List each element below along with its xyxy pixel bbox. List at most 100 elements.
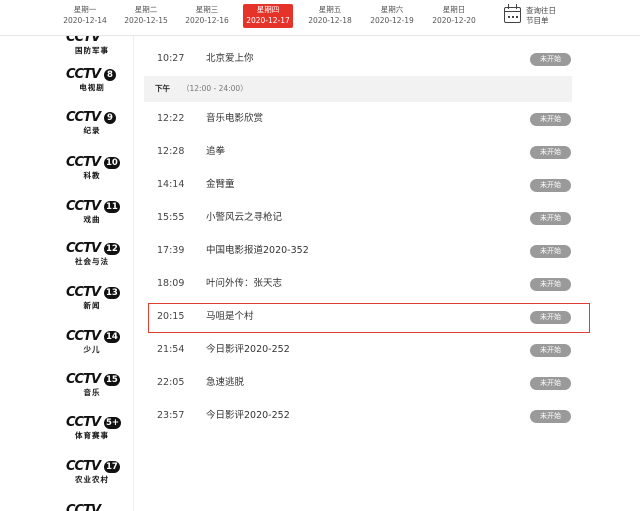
program-time: 18:09	[157, 278, 185, 289]
cctv-logo: CCTV	[66, 329, 101, 344]
program-time: 15:55	[157, 212, 185, 223]
channel-list: CCTV 国防军事 CCTV 8 电视剧 CCTV 9 纪录 CCTV 10 科教 CCTV 11 戏曲 C…	[50, 36, 134, 511]
channel-item[interactable]: CCTV 11 戏曲	[66, 200, 120, 230]
cctv-logo: CCTV	[66, 285, 101, 300]
channel-item[interactable]: CCTV 15 音乐	[66, 373, 120, 403]
channel-number-badge: 12	[104, 243, 120, 255]
program-row[interactable]: 23:57 今日影评2020-252 未开始	[144, 400, 572, 432]
date-tab-2020-12-20[interactable]: 星期日 2020-12-20	[429, 4, 479, 28]
program-time: 23:57	[157, 410, 185, 421]
status-badge: 未开始	[530, 410, 571, 423]
program-title[interactable]: 今日影评2020-252	[206, 400, 290, 432]
program-time: 17:39	[157, 245, 185, 256]
channel-name: 体育赛事	[75, 431, 109, 440]
program-row[interactable]: 21:54 今日影评2020-252 未开始	[144, 334, 572, 366]
program-title[interactable]: 马咀是个村	[206, 301, 254, 333]
status-badge: 未开始	[530, 344, 571, 357]
query-past-schedule-button[interactable]: 查询往日 节目单	[504, 4, 564, 28]
status-badge: 未开始	[530, 212, 571, 225]
channel-number-badge: 13	[104, 287, 120, 299]
channel-item[interactable]: CCTV 9 纪录	[66, 111, 118, 141]
program-title[interactable]: 音乐电影欣赏	[206, 103, 263, 135]
channel-number-badge: 9	[104, 112, 116, 124]
status-badge: 未开始	[530, 53, 571, 66]
cctv-logo: CCTV	[66, 67, 101, 82]
status-badge: 未开始	[530, 179, 571, 192]
channel-name: 科教	[83, 171, 101, 180]
program-title[interactable]: 中国电影报道2020-352	[206, 235, 309, 267]
status-badge: 未开始	[530, 311, 571, 324]
status-badge: 未开始	[530, 113, 571, 126]
date-tab-date: 2020-12-18	[308, 16, 352, 25]
program-row[interactable]: 17:39 中国电影报道2020-352 未开始	[144, 235, 572, 267]
status-badge: 未开始	[530, 377, 571, 390]
program-title[interactable]: 金臂童	[206, 169, 235, 201]
program-row[interactable]: 10:27 北京爱上你 未开始	[144, 43, 572, 75]
date-tab-date: 2020-12-19	[370, 16, 414, 25]
date-tab-weekday: 星期五	[318, 5, 342, 14]
section-time-range: （12:00 - 24:00）	[182, 84, 248, 93]
program-time: 10:27	[157, 53, 185, 64]
date-tab-weekday: 星期三	[195, 5, 219, 14]
channel-item[interactable]: CCTV 12 社会与法	[66, 241, 120, 272]
cctv-logo: CCTV	[66, 155, 101, 170]
date-tab-bar: 星期一 2020-12-14 星期二 2020-12-15 星期三 2020-12-16 星…	[0, 0, 640, 36]
date-tab-date: 2020-12-16	[185, 16, 229, 25]
channel-name: 国防军事	[75, 46, 109, 55]
program-title[interactable]: 急速逃脱	[206, 367, 244, 399]
program-time: 21:54	[157, 344, 185, 355]
channel-number-badge: 17	[104, 461, 120, 473]
program-title[interactable]: 北京爱上你	[206, 43, 254, 75]
program-title[interactable]: 叶问外传：张天志	[206, 268, 282, 300]
channel-number-badge: 14	[104, 331, 120, 343]
date-tab-2020-12-17[interactable]: 星期四 2020-12-17	[243, 4, 293, 28]
channel-item[interactable]: CCTV 8 电视剧	[66, 68, 118, 98]
date-tab-2020-12-16[interactable]: 星期三 2020-12-16	[182, 4, 232, 28]
program-time: 20:15	[157, 311, 185, 322]
channel-number-badge: 5+	[104, 417, 122, 429]
calendar-icon	[504, 4, 521, 23]
status-badge: 未开始	[530, 278, 571, 291]
channel-item[interactable]: CCTV 10 科教	[66, 155, 120, 186]
section-header-afternoon: 下午 （12:00 - 24:00）	[144, 76, 572, 102]
program-time: 14:14	[157, 179, 185, 190]
date-tab-date: 2020-12-15	[124, 16, 168, 25]
channel-item[interactable]: CCTV	[66, 504, 118, 511]
date-tab-2020-12-14[interactable]: 星期一 2020-12-14	[60, 4, 110, 28]
channel-item[interactable]: CCTV 14 少儿	[66, 329, 120, 360]
date-tab-weekday: 星期六	[380, 5, 404, 14]
query-label-line1: 查询往日	[526, 6, 556, 15]
channel-item[interactable]: CCTV 5+ 体育赛事	[66, 415, 122, 446]
status-badge: 未开始	[530, 245, 571, 258]
cctv-logo: CCTV	[66, 415, 101, 430]
channel-item[interactable]: CCTV 国防军事	[66, 36, 118, 61]
program-row[interactable]: 15:55 小警风云之寻枪记 未开始	[144, 202, 572, 234]
date-tab-date: 2020-12-20	[432, 16, 476, 25]
date-tab-2020-12-18[interactable]: 星期五 2020-12-18	[305, 4, 355, 28]
cctv-logo: CCTV	[66, 241, 101, 256]
channel-name: 社会与法	[75, 257, 109, 266]
program-row[interactable]: 12:22 音乐电影欣赏 未开始	[144, 103, 572, 135]
date-tab-2020-12-15[interactable]: 星期二 2020-12-15	[121, 4, 171, 28]
date-tab-weekday: 星期二	[134, 5, 158, 14]
channel-item[interactable]: CCTV 13 新闻	[66, 285, 120, 316]
program-row[interactable]: 14:14 金臂童 未开始	[144, 169, 572, 201]
program-row[interactable]: 22:05 急速逃脱 未开始	[144, 367, 572, 399]
program-time: 12:22	[157, 113, 185, 124]
channel-number-badge: 8	[104, 69, 116, 81]
program-row[interactable]: 12:28 追拳 未开始	[144, 136, 572, 168]
program-title[interactable]: 追拳	[206, 136, 225, 168]
date-tab-2020-12-19[interactable]: 星期六 2020-12-19	[367, 4, 417, 28]
program-row[interactable]: 20:15 马咀是个村 未开始	[144, 301, 572, 333]
program-title[interactable]: 今日影评2020-252	[206, 334, 290, 366]
program-row[interactable]: 18:09 叶问外传：张天志 未开始	[144, 268, 572, 300]
channel-name: 戏曲	[83, 215, 101, 224]
channel-name: 电视剧	[79, 83, 105, 92]
program-title[interactable]: 小警风云之寻枪记	[206, 202, 282, 234]
channel-name: 新闻	[83, 301, 101, 310]
channel-name: 少儿	[83, 345, 101, 354]
channel-item[interactable]: CCTV 17 农业农村	[66, 460, 120, 490]
status-badge: 未开始	[530, 146, 571, 159]
date-tab-date: 2020-12-14	[63, 16, 107, 25]
channel-name: 农业农村	[75, 475, 109, 484]
